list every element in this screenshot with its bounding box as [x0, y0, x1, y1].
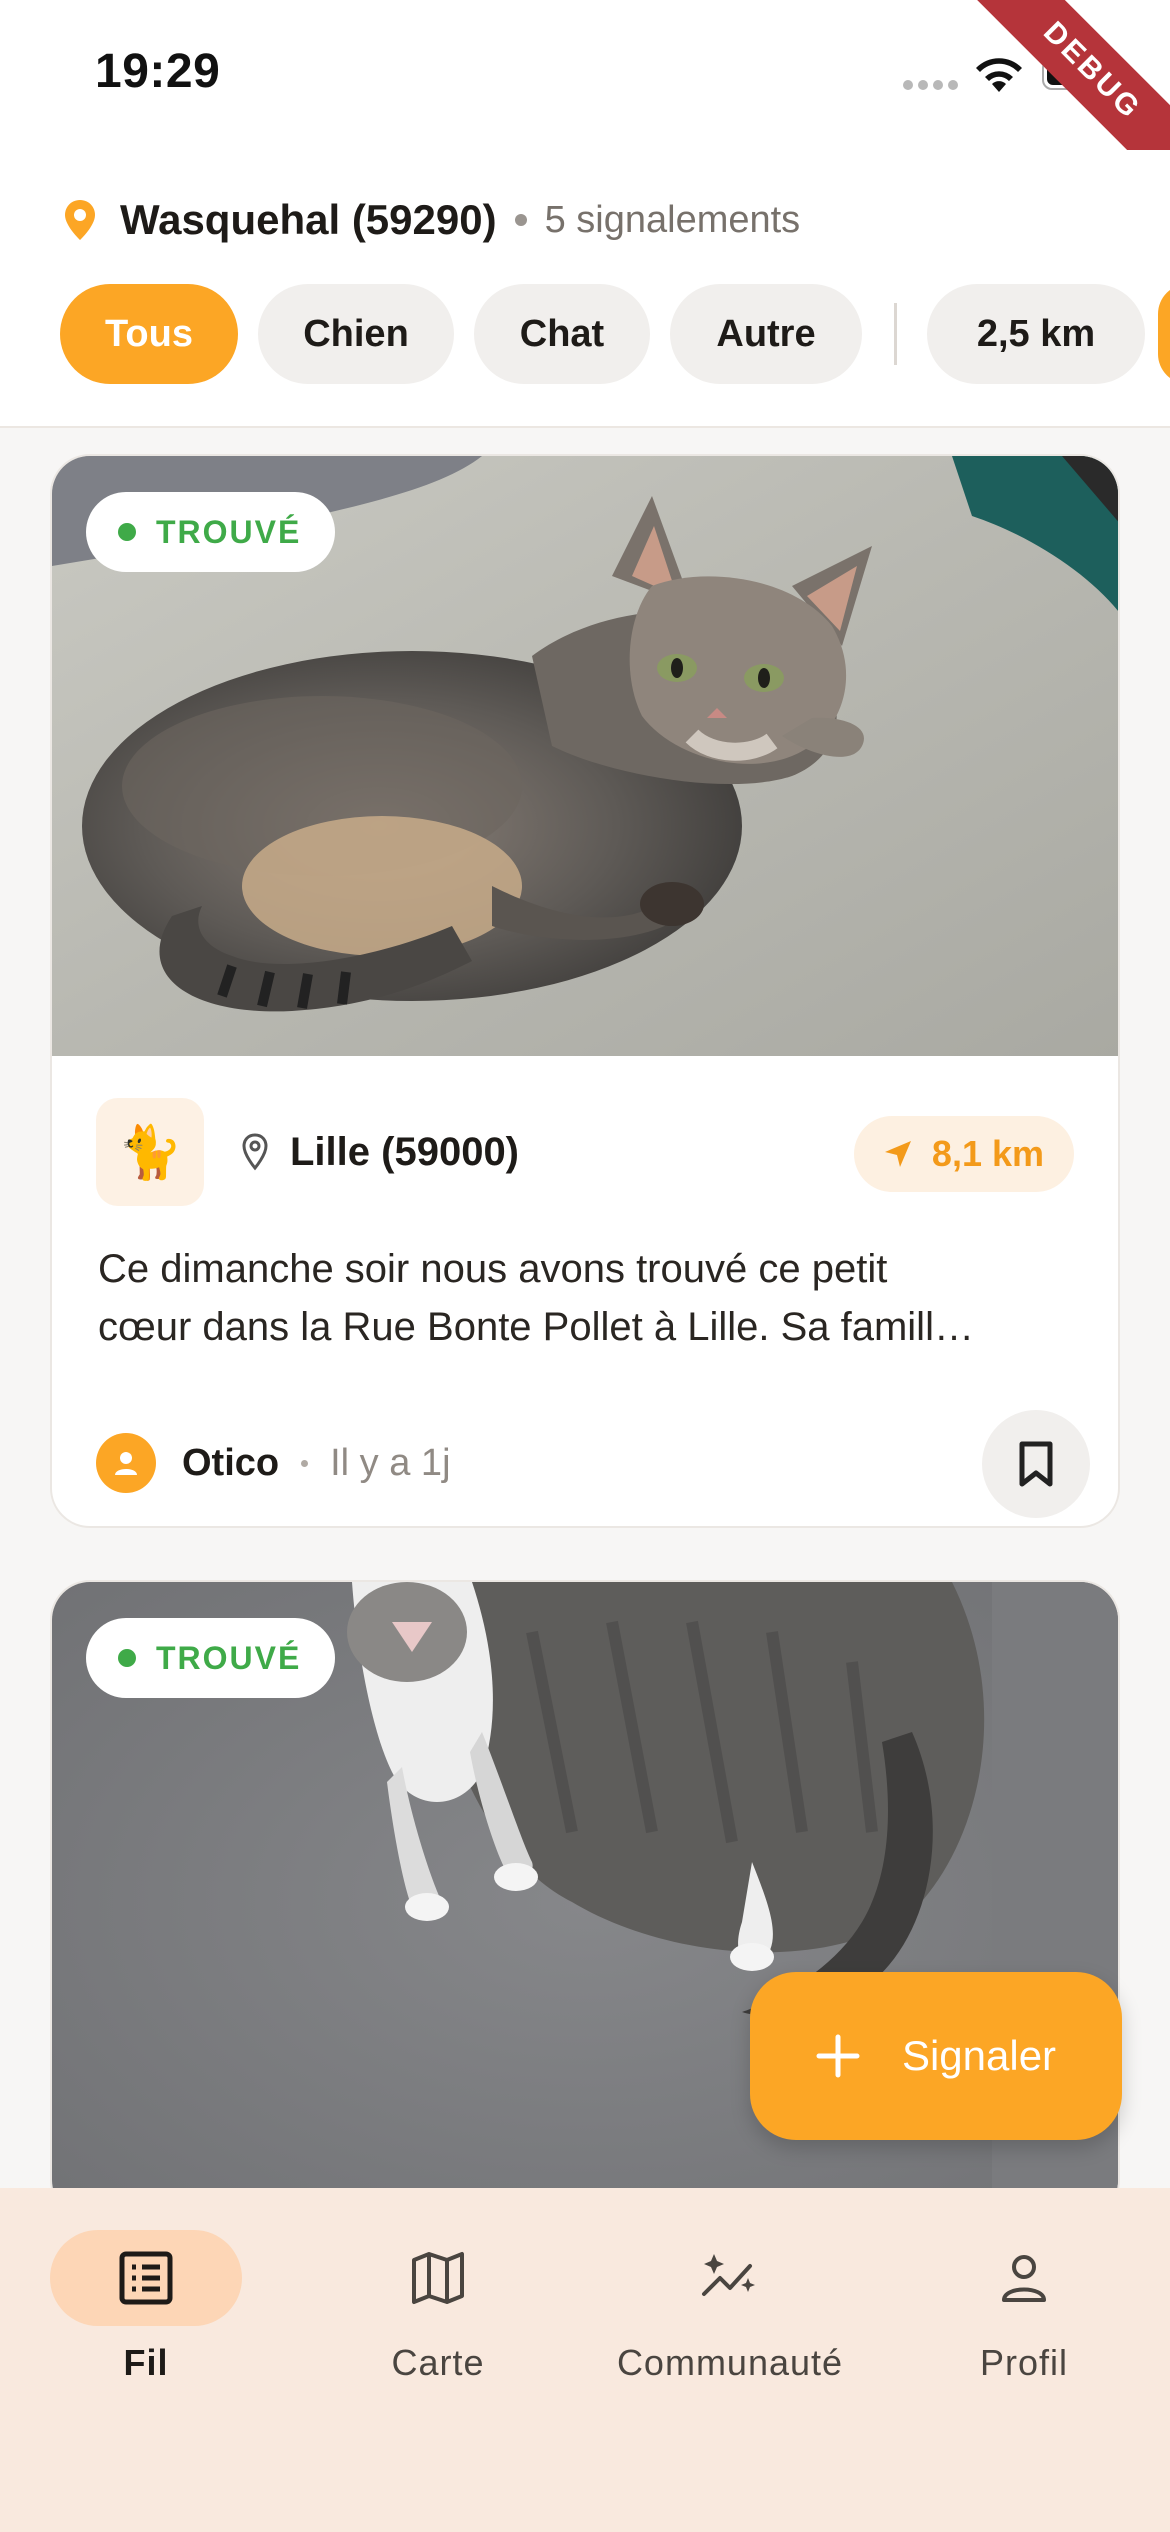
filter-chip-all[interactable]: Tous: [60, 284, 238, 384]
bookmark-button[interactable]: [982, 1410, 1090, 1518]
description-line: cœur dans la Rue Bonte Pollet à Lille. S…: [98, 1305, 974, 1349]
status-badge: TROUVÉ: [86, 492, 336, 572]
person-icon: [115, 1452, 137, 1475]
post-time: Il y a 1j: [330, 1441, 451, 1484]
status-text: TROUVÉ: [156, 1639, 302, 1676]
filter-chips: Tous Chien Chat Autre 2,5 km: [60, 284, 1165, 384]
person-icon: [1002, 2255, 1046, 2302]
report-feed[interactable]: TROUVÉ 🐈 Lille (59000) 8,1 km Ce dimanch…: [0, 428, 1170, 2188]
feed-header: Wasquehal (59290) 5 signalements Tous Ch…: [0, 150, 1170, 428]
author-name: Otico: [182, 1441, 280, 1484]
filter-divider: [894, 303, 897, 365]
sparkle-chart-icon: [702, 2254, 755, 2296]
separator-dot: [514, 214, 527, 226]
debug-label: DEBUG: [1037, 15, 1148, 126]
card-description: Ce dimanche soir nous avons trouvé ce pe…: [98, 1240, 1088, 1356]
cellular-signal-icon: [903, 80, 959, 92]
nav-item-community[interactable]: Communauté: [600, 2230, 860, 2400]
card-city: Lille (59000): [290, 1129, 520, 1174]
nav-item-map[interactable]: Carte: [308, 2230, 568, 2400]
location-pin-icon: [65, 200, 95, 240]
distance-value: 8,1 km: [931, 1133, 1044, 1174]
radius-chip[interactable]: 2,5 km: [927, 284, 1145, 384]
list-icon: [119, 2251, 173, 2305]
navigation-arrow-icon: [884, 1141, 911, 1167]
status-badge: TROUVÉ: [86, 1618, 336, 1698]
map-icon: [412, 2252, 464, 2304]
fab-label: Signaler: [901, 2032, 1057, 2079]
status-bar: 19:29 DEBUG: [0, 0, 1170, 214]
avatar: [96, 1433, 156, 1493]
nav-active-indicator: [50, 2230, 242, 2326]
cat-icon: 🐈: [96, 1098, 204, 1206]
filter-chip-cat[interactable]: Chat: [474, 284, 650, 384]
bookmark-icon: [1019, 1441, 1053, 1487]
filter-chip-dog[interactable]: Chien: [258, 284, 454, 384]
app-screen: 19:29 DEBUG Wasquehal (59290) 5 signalem…: [0, 0, 1170, 2532]
wifi-icon: [976, 58, 1022, 92]
distance-badge: 8,1 km: [853, 1116, 1074, 1192]
nav-label: Carte: [391, 2342, 485, 2383]
nav-item-feed[interactable]: Fil: [16, 2230, 276, 2400]
location-outline-icon: [242, 1133, 268, 1171]
card-location: Lille (59000): [240, 1120, 519, 1184]
bottom-navigation: Fil Carte Communauté Profil: [0, 2188, 1170, 2532]
nav-label: Fil: [123, 2342, 169, 2383]
status-text: TROUVÉ: [156, 513, 302, 550]
nav-label: Communauté: [616, 2342, 844, 2383]
nav-label: Profil: [979, 2342, 1069, 2383]
description-line: Ce dimanche soir nous avons trouvé ce pe…: [98, 1247, 888, 1291]
report-count: 5 signalements: [544, 198, 801, 241]
pet-photo[interactable]: TROUVÉ: [52, 456, 1118, 1056]
location-name: Wasquehal (59290): [120, 196, 497, 243]
author-row: Otico Il y a 1j: [96, 1418, 451, 1508]
plus-icon: [816, 2034, 860, 2078]
nav-item-profile[interactable]: Profil: [894, 2230, 1154, 2400]
status-time: 19:29: [95, 45, 221, 98]
status-dot: [118, 523, 136, 541]
filter-chip-other[interactable]: Autre: [670, 284, 862, 384]
report-card[interactable]: TROUVÉ 🐈 Lille (59000) 8,1 km Ce dimanch…: [50, 454, 1120, 1528]
report-fab-button[interactable]: Signaler: [750, 1972, 1122, 2140]
card-body: 🐈 Lille (59000) 8,1 km Ce dimanche soir …: [52, 1056, 1118, 1526]
location-selector[interactable]: Wasquehal (59290) 5 signalements: [62, 190, 800, 250]
status-dot: [118, 1649, 136, 1667]
separator-dot: [301, 1459, 309, 1467]
